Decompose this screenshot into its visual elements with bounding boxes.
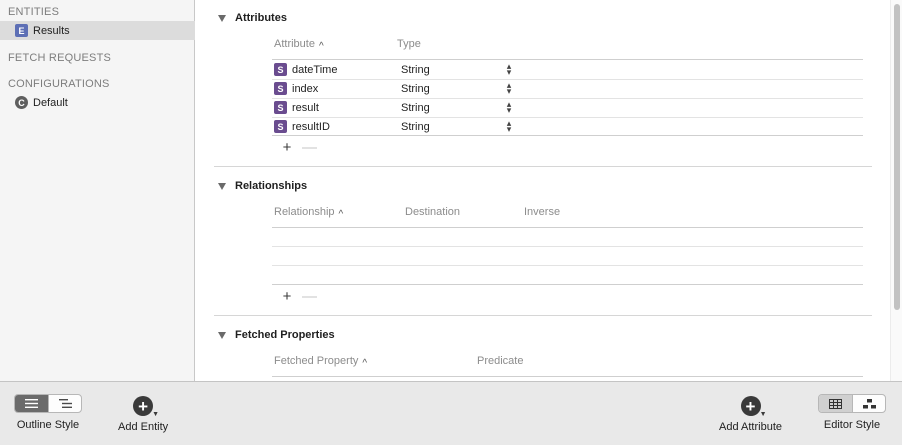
column-header-label: Fetched Property <box>274 355 359 367</box>
table-divider <box>272 284 863 285</box>
table-divider <box>272 376 863 377</box>
remove-attribute-minus-button[interactable]: — <box>302 139 317 156</box>
disclosure-triangle-icon[interactable] <box>218 14 226 22</box>
type-popup-chevron-icon[interactable]: ▴ ▾ <box>504 81 514 96</box>
column-header-attribute[interactable]: Attribute ^ <box>274 38 324 52</box>
attribute-row-resultid[interactable]: S resultID String ▴ ▾ <box>272 117 863 136</box>
add-entity-group[interactable]: + ▼ Add Entity <box>118 396 168 433</box>
relationship-plus-minus: + — <box>280 288 317 305</box>
attribute-type[interactable]: String <box>401 64 430 76</box>
column-header-inverse[interactable]: Inverse <box>524 206 560 218</box>
entity-editor: Attributes Attribute ^ Type S dateTime S… <box>196 0 890 381</box>
column-header-label: Relationship <box>274 206 335 218</box>
section-divider <box>214 166 872 167</box>
attribute-name[interactable]: resultID <box>292 121 402 133</box>
sidebar-item-default[interactable]: C Default <box>0 93 195 112</box>
column-header-predicate[interactable]: Predicate <box>477 355 523 367</box>
fetched-properties-section-header[interactable]: Fetched Properties <box>218 329 335 341</box>
outline-sidebar: ENTITIES E Results FETCH REQUESTS CONFIG… <box>0 0 195 381</box>
attribute-row-index[interactable]: S index String ▴ ▾ <box>272 79 863 98</box>
remove-relationship-minus-button[interactable]: — <box>302 288 317 305</box>
attribute-type[interactable]: String <box>401 102 430 114</box>
table-divider <box>272 246 863 247</box>
type-popup-chevron-icon[interactable]: ▴ ▾ <box>504 119 514 134</box>
type-popup-chevron-icon[interactable]: ▴ ▾ <box>504 62 514 77</box>
column-header-relationship[interactable]: Relationship ^ <box>274 206 344 220</box>
string-type-icon: S <box>274 63 287 76</box>
entities-header: ENTITIES <box>8 6 60 18</box>
editor-style-segmented-control[interactable] <box>818 394 886 413</box>
string-type-icon: S <box>274 101 287 114</box>
attribute-name[interactable]: result <box>292 102 402 114</box>
editor-style-label: Editor Style <box>823 419 881 431</box>
entity-icon: E <box>15 24 28 37</box>
column-header-destination[interactable]: Destination <box>405 206 460 218</box>
editor-style-group: Editor Style <box>818 394 886 431</box>
sort-ascending-icon: ^ <box>338 208 344 220</box>
bottom-toolbar: Outline Style + ▼ Add Entity + ▼ Add Attri… <box>0 381 902 445</box>
dropdown-arrow-icon: ▼ <box>759 411 767 418</box>
column-header-label: Inverse <box>524 206 561 218</box>
vertical-scrollbar[interactable] <box>890 0 902 381</box>
hierarchical-list-icon <box>58 399 72 408</box>
attribute-name[interactable]: index <box>292 83 402 95</box>
outline-style-group: Outline Style <box>14 394 82 431</box>
column-header-fetched-property[interactable]: Fetched Property ^ <box>274 355 368 369</box>
fetch-requests-header: FETCH REQUESTS <box>8 52 112 64</box>
disclosure-triangle-icon[interactable] <box>218 182 226 190</box>
add-entity-plus-icon[interactable]: + ▼ <box>133 396 159 418</box>
sidebar-item-label: Results <box>33 24 70 37</box>
string-type-icon: S <box>274 120 287 133</box>
section-divider <box>214 315 872 316</box>
sort-ascending-icon: ^ <box>318 40 324 52</box>
add-attribute-label[interactable]: Add Attribute <box>719 421 782 433</box>
string-type-icon: S <box>274 82 287 95</box>
table-divider <box>272 227 863 228</box>
column-header-label: Attribute <box>274 38 315 50</box>
flat-list-icon <box>25 399 38 408</box>
attribute-plus-minus: + — <box>280 139 317 156</box>
outline-style-segmented-control[interactable] <box>14 394 82 413</box>
attribute-row-result[interactable]: S result String ▴ ▾ <box>272 98 863 117</box>
add-attribute-plus-button[interactable]: + <box>280 139 294 156</box>
column-header-label: Predicate <box>477 355 524 367</box>
configuration-icon: C <box>15 96 28 109</box>
add-attribute-plus-icon[interactable]: + ▼ <box>740 396 767 418</box>
relationships-section-header[interactable]: Relationships <box>218 180 307 192</box>
add-attribute-group[interactable]: + ▼ Add Attribute <box>719 396 782 433</box>
table-grid-icon <box>829 398 842 409</box>
graph-style-button[interactable] <box>852 395 885 412</box>
table-style-button[interactable] <box>819 395 852 412</box>
attribute-name[interactable]: dateTime <box>292 64 402 76</box>
column-header-type[interactable]: Type <box>397 38 421 50</box>
relationships-title: Relationships <box>235 180 308 192</box>
sidebar-item-label: Default <box>33 96 68 109</box>
disclosure-triangle-icon[interactable] <box>218 331 226 339</box>
table-divider <box>272 135 863 136</box>
add-entity-label[interactable]: Add Entity <box>118 421 168 433</box>
type-popup-chevron-icon[interactable]: ▴ ▾ <box>504 100 514 115</box>
outline-style-label: Outline Style <box>16 419 80 431</box>
column-header-label: Type <box>397 38 421 50</box>
configurations-header: CONFIGURATIONS <box>8 78 110 90</box>
outline-flat-list-button[interactable] <box>15 395 48 412</box>
attribute-type[interactable]: String <box>401 121 430 133</box>
attributes-title: Attributes <box>235 12 287 24</box>
attribute-row-datetime[interactable]: S dateTime String ▴ ▾ <box>272 60 863 79</box>
column-header-label: Destination <box>405 206 461 218</box>
table-divider <box>272 265 863 266</box>
attribute-type[interactable]: String <box>401 83 430 95</box>
add-relationship-plus-button[interactable]: + <box>280 288 294 305</box>
graph-diagram-icon <box>862 398 876 408</box>
sort-ascending-icon: ^ <box>362 357 368 369</box>
sidebar-item-results[interactable]: E Results <box>0 21 195 40</box>
scrollbar-thumb[interactable] <box>894 4 900 310</box>
fetched-properties-title: Fetched Properties <box>235 329 335 341</box>
dropdown-arrow-icon: ▼ <box>152 411 160 418</box>
outline-hierarchical-button[interactable] <box>48 395 81 412</box>
attributes-section-header[interactable]: Attributes <box>218 12 287 24</box>
